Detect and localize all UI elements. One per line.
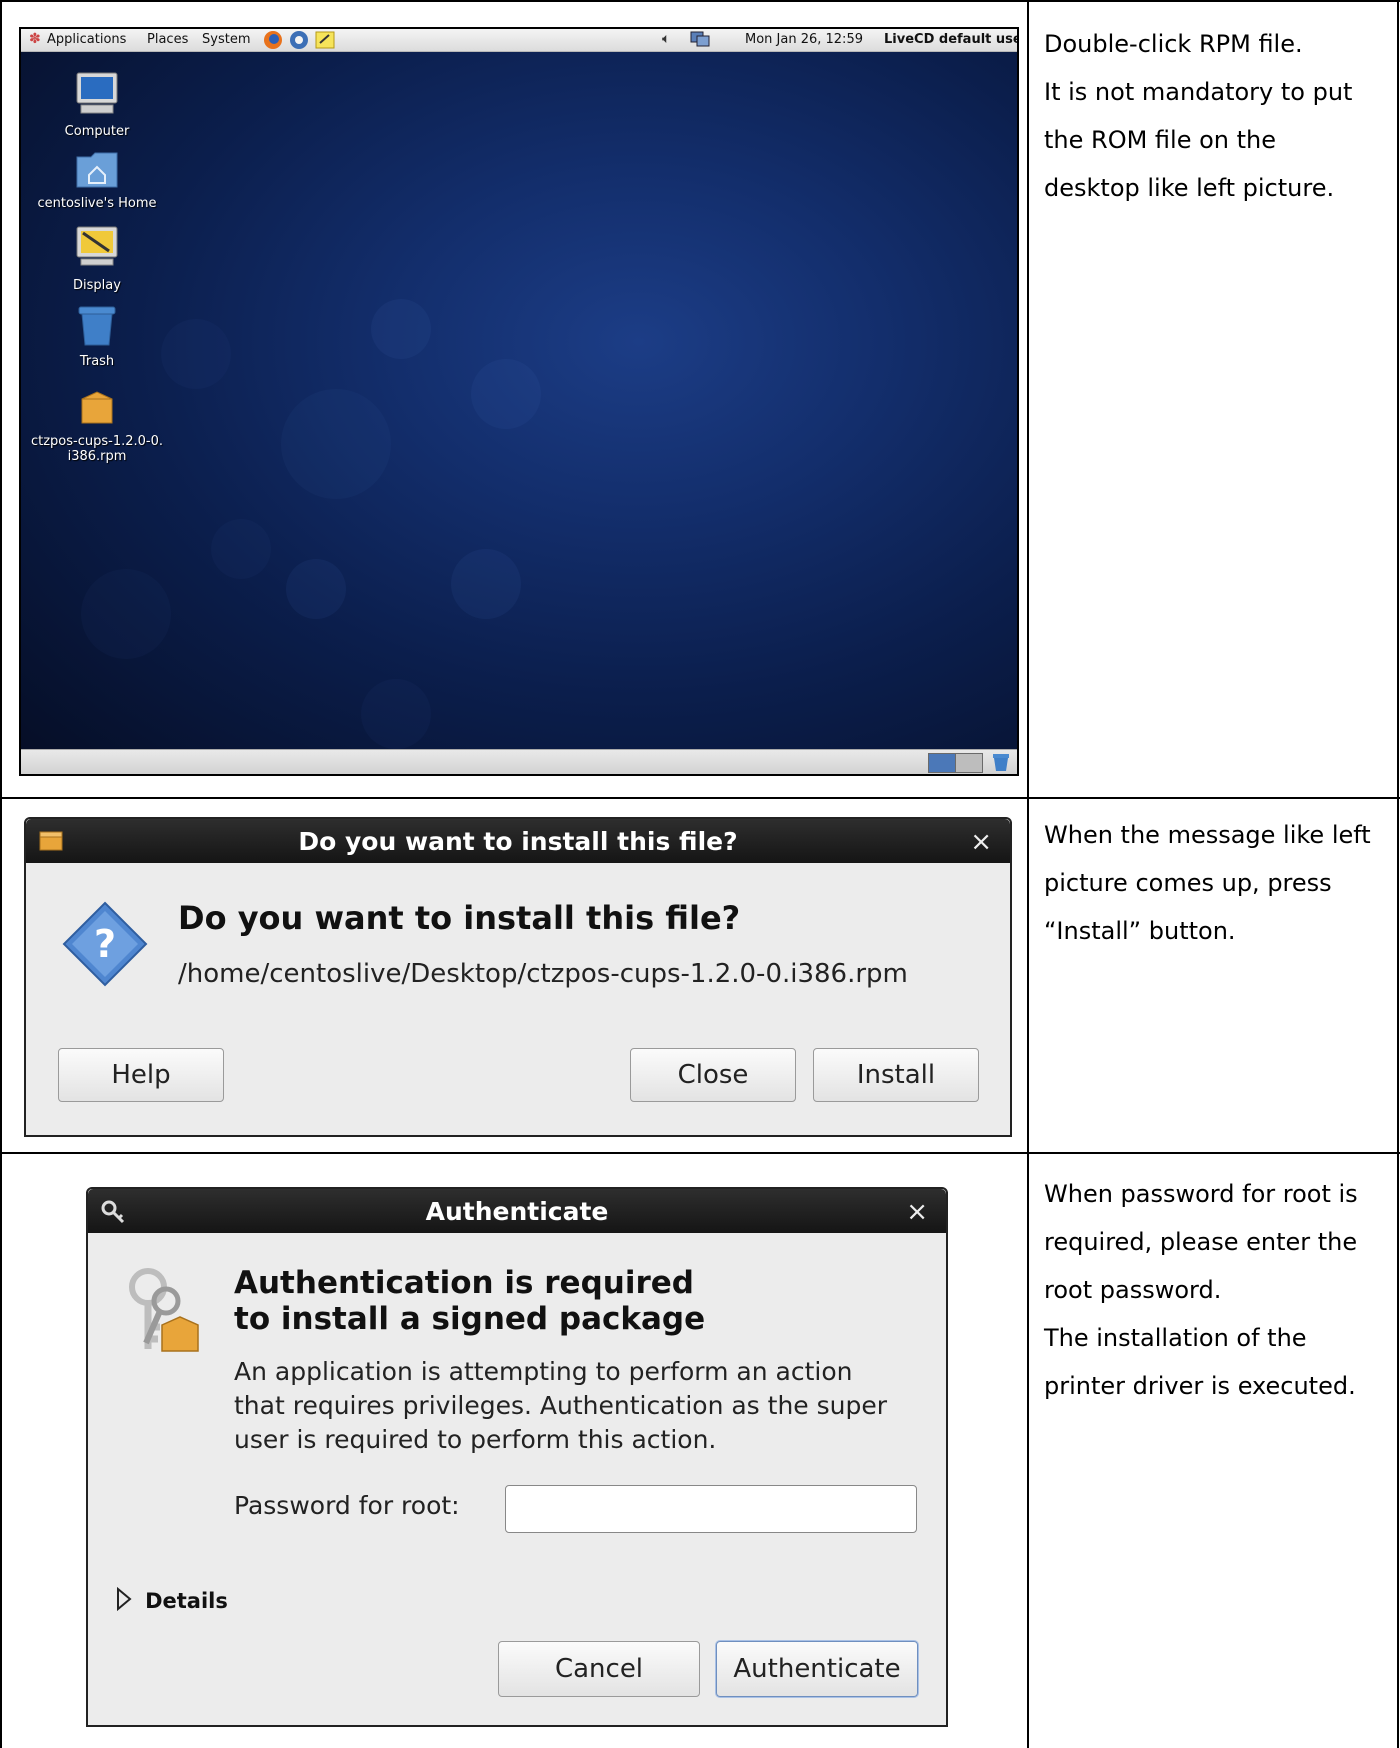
install-dialog: Do you want to install this file? × ? Do…: [24, 817, 1012, 1137]
user-switcher[interactable]: LiveCD default user: [884, 32, 1017, 47]
desktop-icon-computer[interactable]: Computer: [27, 71, 167, 139]
authenticate-button[interactable]: Authenticate: [716, 1641, 918, 1697]
expander-triangle-icon: [116, 1586, 132, 1615]
question-icon: ?: [60, 899, 150, 993]
password-label: Password for root:: [234, 1491, 460, 1520]
workspace-switcher-2[interactable]: [955, 753, 983, 773]
description-line: “Install” button.: [1044, 917, 1236, 945]
authenticate-dialog-close-icon[interactable]: ×: [906, 1197, 928, 1227]
cancel-button[interactable]: Cancel: [498, 1641, 700, 1697]
authenticate-dialog: Authenticate × Authentication is require…: [86, 1187, 948, 1727]
desktop-icon-rpm-package[interactable]: ctzpos-cups-1.2.0-0. i386.rpm: [27, 389, 167, 464]
trash-applet-icon[interactable]: [991, 752, 1011, 774]
authenticate-body-line2: that requires privileges. Authentication…: [234, 1391, 888, 1420]
computer-icon: [27, 71, 167, 121]
description-line: When password for root is: [1044, 1180, 1358, 1208]
desktop-icon-label: Display: [73, 278, 121, 293]
table-row-divider-1: [0, 797, 1400, 799]
table-column-divider: [1027, 0, 1029, 1748]
close-button[interactable]: Close: [630, 1048, 796, 1102]
install-dialog-titlebar: Do you want to install this file? ×: [26, 819, 1010, 863]
volume-icon[interactable]: 🔈︎: [662, 31, 670, 47]
table-border-right: [1397, 0, 1399, 1748]
description-line: picture comes up, press: [1044, 869, 1332, 897]
svg-text:?: ?: [94, 922, 116, 966]
clock[interactable]: Mon Jan 26, 12:59: [745, 32, 863, 47]
desktop-icon-label-line2: i386.rpm: [67, 449, 127, 464]
rpm-package-icon: [27, 389, 167, 431]
description-line: desktop like left picture.: [1044, 174, 1335, 202]
install-dialog-file-path: /home/centoslive/Desktop/ctzpos-cups-1.2…: [178, 959, 908, 989]
authenticate-dialog-titlebar: Authenticate ×: [88, 1189, 946, 1233]
description-line: The installation of the: [1044, 1324, 1307, 1352]
home-folder-icon: [27, 149, 167, 193]
trash-icon: [27, 303, 167, 351]
desktop-icon-label: centoslive's Home: [37, 196, 157, 211]
description-line: It is not mandatory to put: [1044, 78, 1353, 106]
install-dialog-close-icon[interactable]: ×: [970, 827, 992, 857]
description-line: When the message like left: [1044, 821, 1371, 849]
applications-menu-icon[interactable]: ✽: [29, 31, 41, 47]
desktop-screenshot: ✽ Applications Places System 🔈︎ Mon Jan …: [19, 27, 1019, 776]
keys-package-icon: [118, 1265, 202, 1365]
row3-description: When password for root is required, plea…: [1044, 1170, 1358, 1410]
authenticate-heading-line1: Authentication is required: [234, 1265, 694, 1301]
table-row-divider-2: [0, 1152, 1400, 1154]
evolution-launcher-icon[interactable]: [289, 30, 309, 54]
bottom-panel: [21, 749, 1017, 774]
desktop-icon-display[interactable]: Display: [27, 225, 167, 293]
desktop-icon-label-line1: ctzpos-cups-1.2.0-0.: [30, 434, 163, 449]
authenticate-body-line3: user is required to perform this action.: [234, 1425, 717, 1454]
desktop-icon-label: Trash: [79, 354, 115, 369]
desktop-icon-home[interactable]: centoslive's Home: [27, 149, 167, 211]
places-menu[interactable]: Places: [147, 32, 188, 47]
applications-menu[interactable]: Applications: [47, 32, 126, 47]
install-button[interactable]: Install: [813, 1048, 979, 1102]
install-dialog-heading: Do you want to install this file?: [178, 899, 741, 937]
desktop-icon-trash[interactable]: Trash: [27, 303, 167, 369]
description-line: root password.: [1044, 1276, 1222, 1304]
display-icon: [27, 225, 167, 275]
top-panel: ✽ Applications Places System 🔈︎ Mon Jan …: [21, 29, 1017, 52]
description-line: Double-click RPM file.: [1044, 30, 1303, 58]
description-line: the ROM file on the: [1044, 126, 1277, 154]
row1-description: Double-click RPM file. It is not mandato…: [1044, 20, 1352, 212]
authenticate-body-line1: An application is attempting to perform …: [234, 1357, 853, 1386]
notes-launcher-icon[interactable]: [315, 31, 335, 53]
install-dialog-title: Do you want to install this file?: [298, 827, 738, 856]
row2-description: When the message like left picture comes…: [1044, 811, 1371, 955]
description-line: required, please enter the: [1044, 1228, 1358, 1256]
table-border-top: [0, 0, 1400, 2]
details-expander[interactable]: Details: [116, 1586, 228, 1615]
password-field[interactable]: [505, 1485, 917, 1533]
authenticate-heading-line2: to install a signed package: [234, 1301, 706, 1337]
description-line: printer driver is executed.: [1044, 1372, 1356, 1400]
authenticate-dialog-title: Authenticate: [425, 1197, 609, 1226]
firefox-launcher-icon[interactable]: [263, 30, 283, 54]
network-icon[interactable]: [689, 30, 711, 53]
help-button[interactable]: Help: [58, 1048, 224, 1102]
details-label: Details: [145, 1589, 228, 1613]
workspace-switcher-1[interactable]: [928, 753, 956, 773]
desktop-icon-label: Computer: [64, 124, 130, 139]
table-border-left: [0, 0, 2, 1748]
system-menu[interactable]: System: [202, 32, 250, 47]
